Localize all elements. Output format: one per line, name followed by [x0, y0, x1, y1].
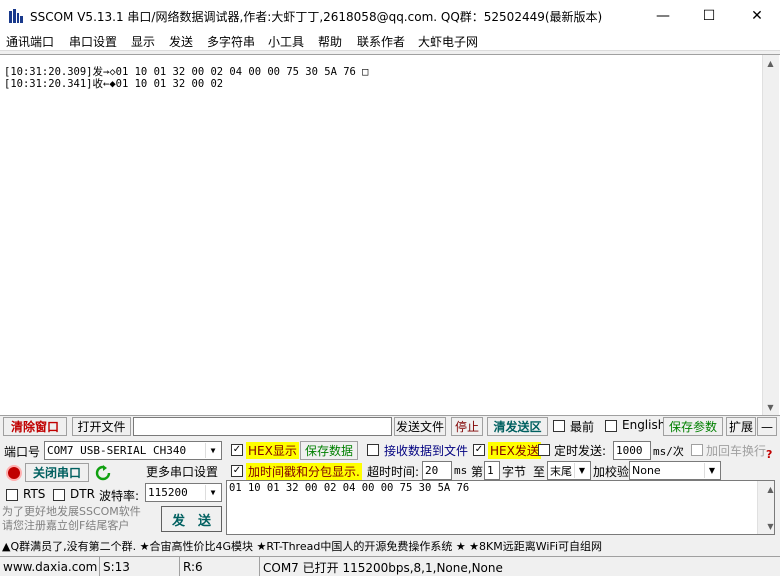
scroll-down-icon[interactable]: ▼: [765, 521, 776, 532]
send-button[interactable]: 发 送: [161, 506, 222, 532]
hex-send-checkbox[interactable]: ✓: [473, 444, 485, 456]
menu-serial-settings[interactable]: 串口设置: [69, 33, 117, 50]
collapse-button[interactable]: —: [757, 417, 777, 436]
status-bar: www.daxia.com S:13 R:6 COM7 已打开 115200bp…: [0, 556, 780, 576]
port-status: COM7 已打开 115200bps,8,1,None,None: [263, 560, 503, 575]
hex-send-label: HEX发送: [488, 442, 541, 459]
chevron-down-icon: ▼: [205, 485, 220, 500]
checksum-label: 加校验: [593, 465, 630, 479]
scroll-down-icon[interactable]: ▼: [765, 402, 776, 413]
close-button[interactable]: ✕: [734, 0, 780, 31]
tail-select-value: 末尾: [550, 464, 572, 478]
menu-comm-port[interactable]: 通讯端口: [6, 33, 54, 50]
register-note: 为了更好地发展SSCOM软件 请您注册嘉立创F结尾客户: [2, 505, 141, 532]
promo-bar[interactable]: ▲Q群满员了,没有第二个群. ★合宙高性价比4G模块 ★RT-Thread中国人…: [0, 536, 780, 556]
refresh-icon[interactable]: [95, 465, 111, 481]
timed-send-checkbox[interactable]: [538, 444, 550, 456]
timeout-input[interactable]: 20: [422, 461, 452, 480]
rts-label: RTS: [23, 487, 46, 501]
more-port-settings-link[interactable]: 更多串口设置: [146, 463, 218, 480]
expand-button[interactable]: 扩展: [726, 417, 756, 436]
menu-multi-string[interactable]: 多字符串: [207, 33, 255, 50]
title-bar: SSCOM V5.13.1 串口/网络数据调试器,作者:大虾丁丁,2618058…: [0, 0, 780, 31]
receive-scrollbar[interactable]: [762, 55, 779, 415]
dtr-checkbox[interactable]: [53, 489, 65, 501]
tail-select[interactable]: 末尾 ▼: [547, 461, 591, 480]
receive-line: [10:31:20.309]发→◇01 10 01 32 00 02 04 00…: [4, 66, 369, 78]
website-link[interactable]: www.daxia.com: [0, 557, 100, 576]
timeout-label: 超时时间:: [367, 465, 420, 479]
menu-display[interactable]: 显示: [131, 33, 155, 50]
receive-line: [10:31:20.341]收←◆01 10 01 32 00 02: [4, 78, 224, 90]
port-label: 端口号: [4, 445, 41, 459]
menu-bar: 通讯端口 串口设置 显示 发送 多字符串 小工具 帮助 联系作者 大虾电子网: [0, 31, 780, 51]
send-input-value: 01 10 01 32 00 02 04 00 00 75 30 5A 76: [229, 482, 470, 494]
menu-tools[interactable]: 小工具: [268, 33, 304, 50]
minimize-button[interactable]: —: [640, 0, 686, 31]
english-checkbox[interactable]: [605, 420, 617, 432]
baud-select-value: 115200: [148, 486, 188, 499]
checksum-select[interactable]: None ▼: [629, 461, 721, 480]
timestamp-label: 加时间戳和分包显示.: [246, 463, 362, 480]
interval-input[interactable]: 1000: [613, 441, 651, 460]
menu-help[interactable]: 帮助: [318, 33, 342, 50]
baud-select[interactable]: 115200 ▼: [145, 483, 222, 502]
menu-contact-author[interactable]: 联系作者: [357, 33, 405, 50]
hex-display-checkbox[interactable]: ✓: [231, 444, 243, 456]
stop-button[interactable]: 停止: [451, 417, 483, 436]
menu-daxia-web[interactable]: 大虾电子网: [418, 33, 478, 50]
save-params-button[interactable]: 保存参数: [663, 417, 723, 436]
file-path-input[interactable]: [133, 417, 392, 436]
sscom-logo-icon: [9, 9, 23, 23]
receive-area[interactable]: [0, 54, 780, 416]
save-data-button[interactable]: 保存数据: [300, 441, 358, 460]
add-crlf-label: 加回车换行: [706, 444, 767, 458]
scroll-up-icon[interactable]: ▲: [765, 58, 776, 69]
clear-window-button[interactable]: 清除窗口: [3, 417, 67, 436]
byte-label: 字节: [502, 465, 527, 479]
port-select[interactable]: COM7 USB-SERIAL CH340 ▼: [44, 441, 222, 460]
scroll-up-icon[interactable]: ▲: [765, 484, 776, 495]
dtr-label: DTR: [70, 487, 95, 501]
clear-send-button[interactable]: 清发送区: [487, 417, 548, 436]
recv-to-file-checkbox[interactable]: [367, 444, 379, 456]
recv-to-file-label: 接收数据到文件: [384, 444, 469, 458]
menu-send[interactable]: 发送: [169, 33, 193, 50]
open-file-button[interactable]: 打开文件: [72, 417, 131, 436]
timeout-unit: ms: [454, 464, 468, 477]
topmost-checkbox[interactable]: [553, 420, 565, 432]
interval-unit: ms/次: [653, 445, 684, 458]
rts-checkbox[interactable]: [6, 489, 18, 501]
byte-index-input[interactable]: 1: [484, 461, 500, 480]
sent-count: S:13: [100, 557, 180, 576]
chevron-down-icon: ▼: [205, 443, 220, 458]
byte-prefix-label: 第: [471, 465, 484, 479]
english-label: English: [622, 418, 666, 432]
hex-display-label: HEX显示: [246, 442, 299, 459]
received-count: R:6: [180, 557, 260, 576]
checksum-select-value: None: [632, 464, 661, 477]
chevron-down-icon: ▼: [704, 463, 719, 478]
add-crlf-checkbox[interactable]: [691, 444, 703, 456]
close-port-button[interactable]: 关闭串口: [25, 463, 89, 482]
timed-send-label: 定时发送:: [554, 444, 607, 458]
topmost-label: 最前: [570, 420, 595, 434]
to-label: 至: [533, 465, 546, 479]
maximize-button[interactable]: ☐: [686, 0, 732, 31]
timestamp-checkbox[interactable]: ✓: [231, 465, 243, 477]
chevron-down-icon: ▼: [574, 463, 589, 478]
help-icon[interactable]: ?: [766, 448, 772, 461]
send-file-button[interactable]: 发送文件: [394, 417, 446, 436]
baud-label: 波特率:: [99, 489, 140, 503]
port-open-indicator-icon: [6, 465, 22, 481]
window-title: SSCOM V5.13.1 串口/网络数据调试器,作者:大虾丁丁,2618058…: [30, 10, 603, 24]
port-select-value: COM7 USB-SERIAL CH340: [47, 444, 187, 457]
